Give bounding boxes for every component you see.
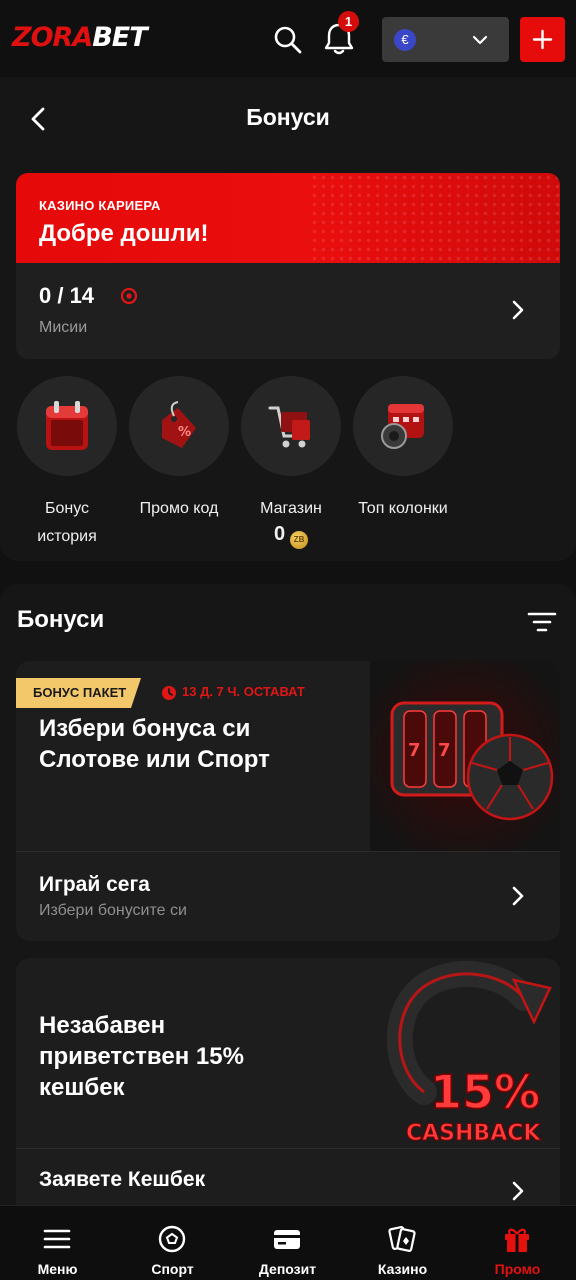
cashback-art: 15% CASHBACK [386,960,552,1147]
divider [16,851,560,852]
nav-label: Депозит [258,1261,317,1277]
nav-deposit[interactable]: Депозит [230,1206,345,1280]
label-line-1: Магазин [260,500,322,517]
title-line-3: кешбек [39,1074,125,1101]
quick-link-circle: % [129,376,229,476]
quick-link-circle [17,376,117,476]
career-banner: КАЗИНО КАРИЕРА Добре дошли! [16,173,560,263]
deposit-plus-button[interactable] [520,17,565,62]
bonus-card-title: Незабавен приветствен 15% кешбек [39,1010,244,1103]
euro-coin-icon: € [394,29,416,51]
claim-cashback-link[interactable]: Заявете Кешбек [39,1168,205,1192]
title-line-2: Слотове или Спорт [39,746,270,773]
playing-cards-icon [388,1226,416,1252]
svg-text:7: 7 [408,740,421,761]
chevron-right-icon[interactable] [506,884,530,908]
nav-menu[interactable]: Меню [0,1206,115,1280]
nav-label: Спорт [151,1261,194,1277]
bottom-navigation: Меню Спорт Депозит Казино Промо [0,1205,576,1280]
career-kicker: КАЗИНО КАРИЕРА [39,198,161,213]
filter-icon[interactable] [526,608,558,636]
bonus-card-package[interactable]: 7 7 БОНУС ПАКЕТ 13 Д. 7 Ч. ОСТАВАТ Избер… [16,661,560,941]
nav-label: Казино [377,1261,428,1277]
title-line-1: Избери бонуса си [39,715,251,742]
card-icon [274,1230,300,1249]
label-line-1: Бонус [44,500,90,517]
page-title: Бонуси [246,104,330,130]
zorabet-logo[interactable]: ZORABET [12,22,148,53]
cashback-percent-text: 15% [430,1065,540,1119]
notification-badge: 1 [338,11,359,32]
shop-coin-balance: 0 ZB [236,523,346,549]
quick-link-promo-code[interactable]: % Промо код [124,376,234,523]
label-line-2: история [37,528,97,545]
coin-icon: ZB [290,531,309,549]
missions-label: Мисии [39,319,88,336]
bonus-package-badge: БОНУС ПАКЕТ [16,678,141,708]
slots-football-art: 7 7 [370,661,560,851]
price-tag-icon: % [162,401,196,448]
chevron-right-icon[interactable] [506,298,530,322]
quick-link-bonus-history[interactable]: Бонус история [12,376,122,551]
chevron-right-icon[interactable] [506,1179,530,1203]
quick-link-circle [241,376,341,476]
quick-link-label: Бонус история [12,495,122,551]
quick-link-label: Топ колонки [348,495,458,523]
target-icon [120,287,138,305]
title-line-1: Незабавен [39,1012,166,1039]
gift-icon [505,1228,529,1252]
dot-pattern [310,173,560,263]
label-line-1: Промо код [139,500,219,517]
football-icon [158,1225,186,1253]
bonus-card-title: Избери бонуса си Слотове или Спорт [39,713,270,775]
play-now-link[interactable]: Играй сега [39,873,150,897]
calendar-icon [46,401,88,450]
currency-selector[interactable]: € [382,17,509,62]
nav-label: Промо [494,1261,541,1277]
nav-sport[interactable]: Спорт [115,1206,230,1280]
career-title: Добре дошли! [39,220,209,247]
menu-icon [43,1229,71,1249]
missions-count: 0 / 14 [39,283,95,308]
page-header: Бонуси [0,77,576,157]
divider [16,1148,560,1149]
title-line-2: приветствен 15% [39,1043,244,1070]
quick-link-top-slots[interactable]: Топ колонки [348,376,458,523]
coin-count: 0 [273,523,286,545]
cta-subtitle: Избери бонусите си [39,902,187,919]
clock-icon [162,686,176,700]
top-slots-icon [381,404,424,449]
svg-text:%: % [178,425,191,440]
bonuses-section: Бонуси 7 7 БОНУС ПАКЕТ 13 Д. 7 Ч. ОСТАВА… [0,584,576,1258]
quick-link-label: Промо код [124,495,234,523]
svg-text:7: 7 [438,740,451,761]
nav-casino[interactable]: Казино [345,1206,460,1280]
chevron-down-icon [472,35,488,45]
quick-link-circle [353,376,453,476]
logo-part-2: BET [92,22,147,53]
search-icon[interactable] [272,24,304,56]
plus-icon [532,29,553,50]
nav-promo[interactable]: Промо [460,1206,575,1280]
section-title: Бонуси [17,606,105,633]
casino-career-section: КАЗИНО КАРИЕРА Добре дошли! 0 / 14 Мисии… [0,157,576,561]
top-bar: ZORABET 1 € [0,0,576,77]
cashback-word-text: CASHBACK [406,1121,541,1146]
slot-reels-and-football-image: 7 7 [370,661,560,851]
quick-link-label: Магазин 0 ZB [236,495,346,549]
logo-part-1: ZORA [12,22,93,53]
shopping-cart-icon [268,406,310,448]
quick-link-shop[interactable]: Магазин 0 ZB [236,376,346,549]
label-line-1: Топ колонки [358,500,448,517]
time-remaining: 13 Д. 7 Ч. ОСТАВАТ [182,684,305,699]
nav-label: Меню [37,1261,78,1277]
casino-career-card[interactable]: КАЗИНО КАРИЕРА Добре дошли! 0 / 14 Мисии [16,173,560,359]
